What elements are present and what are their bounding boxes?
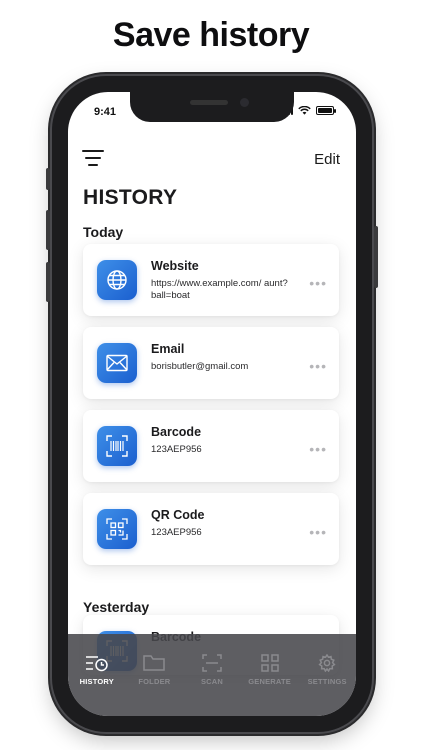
barcode-icon xyxy=(97,426,137,466)
more-options-button[interactable]: ••• xyxy=(309,441,327,457)
more-options-button[interactable]: ••• xyxy=(309,358,327,374)
battery-icon xyxy=(316,106,336,115)
grid-icon xyxy=(260,654,279,672)
qr-code-icon xyxy=(97,509,137,549)
tab-label: FOLDER xyxy=(138,677,171,686)
folder-icon xyxy=(143,655,166,671)
item-type: QR Code xyxy=(151,508,205,522)
section-label-yesterday: Yesterday xyxy=(83,599,150,615)
front-camera xyxy=(240,98,249,107)
tab-generate[interactable]: GENERATE xyxy=(241,634,299,716)
page-title: HISTORY xyxy=(83,186,178,209)
scan-icon xyxy=(202,654,222,672)
edit-button[interactable]: Edit xyxy=(314,151,340,168)
speaker-grille xyxy=(190,100,228,105)
item-detail: borisbutler@gmail.com xyxy=(151,361,249,372)
tab-scan[interactable]: SCAN xyxy=(183,634,241,716)
history-item-email[interactable]: Email borisbutler@gmail.com ••• xyxy=(83,327,339,399)
more-options-button[interactable]: ••• xyxy=(309,524,327,540)
menu-bar-middle xyxy=(85,157,101,159)
history-icon xyxy=(85,656,108,672)
menu-bar-bottom xyxy=(88,164,98,166)
tab-folder[interactable]: FOLDER xyxy=(126,634,184,716)
status-time: 9:41 xyxy=(94,106,117,118)
tab-label: SCAN xyxy=(200,677,224,686)
history-item-barcode[interactable]: Barcode 123AEP956 ••• xyxy=(83,410,339,482)
tab-label: GENERATE xyxy=(248,677,291,686)
envelope-icon xyxy=(97,343,137,383)
item-detail: 123AEP956 xyxy=(151,527,202,538)
wifi-icon xyxy=(298,106,311,115)
item-detail: 123AEP956 xyxy=(151,444,202,455)
tab-history[interactable]: HISTORY xyxy=(68,634,126,716)
item-type: Barcode xyxy=(151,425,202,439)
tab-settings[interactable]: SETTINGS xyxy=(298,634,356,716)
filter-menu-button[interactable] xyxy=(82,150,104,168)
section-label-today: Today xyxy=(83,224,124,240)
more-options-button[interactable]: ••• xyxy=(309,275,327,291)
menu-bar-top xyxy=(82,150,104,152)
notch xyxy=(130,92,294,122)
tab-label: HISTORY xyxy=(79,677,114,686)
side-button-power xyxy=(374,226,378,288)
item-type: Website xyxy=(151,259,199,273)
item-detail: https://www.example.com/ aunt?ball=boat xyxy=(151,278,288,301)
side-button-volume-up xyxy=(46,210,50,250)
item-type: Email xyxy=(151,342,185,356)
globe-icon xyxy=(97,260,137,300)
tab-label: SETTINGS xyxy=(307,677,347,686)
gear-icon xyxy=(318,654,336,672)
side-button-mute xyxy=(46,168,50,190)
phone-frame: 9:41 Edit HISTORY Today Website https://… xyxy=(46,76,378,732)
history-item-qr-code[interactable]: QR Code 123AEP956 ••• xyxy=(83,493,339,565)
history-item-website[interactable]: Website https://www.example.com/ aunt?ba… xyxy=(83,244,339,316)
app-screen: 9:41 Edit HISTORY Today Website https://… xyxy=(68,92,356,716)
promo-headline: Save history xyxy=(112,16,310,54)
side-button-volume-down xyxy=(46,262,50,302)
tab-bar: HISTORY FOLDER SCAN GENERATE SETTINGS xyxy=(68,634,356,716)
